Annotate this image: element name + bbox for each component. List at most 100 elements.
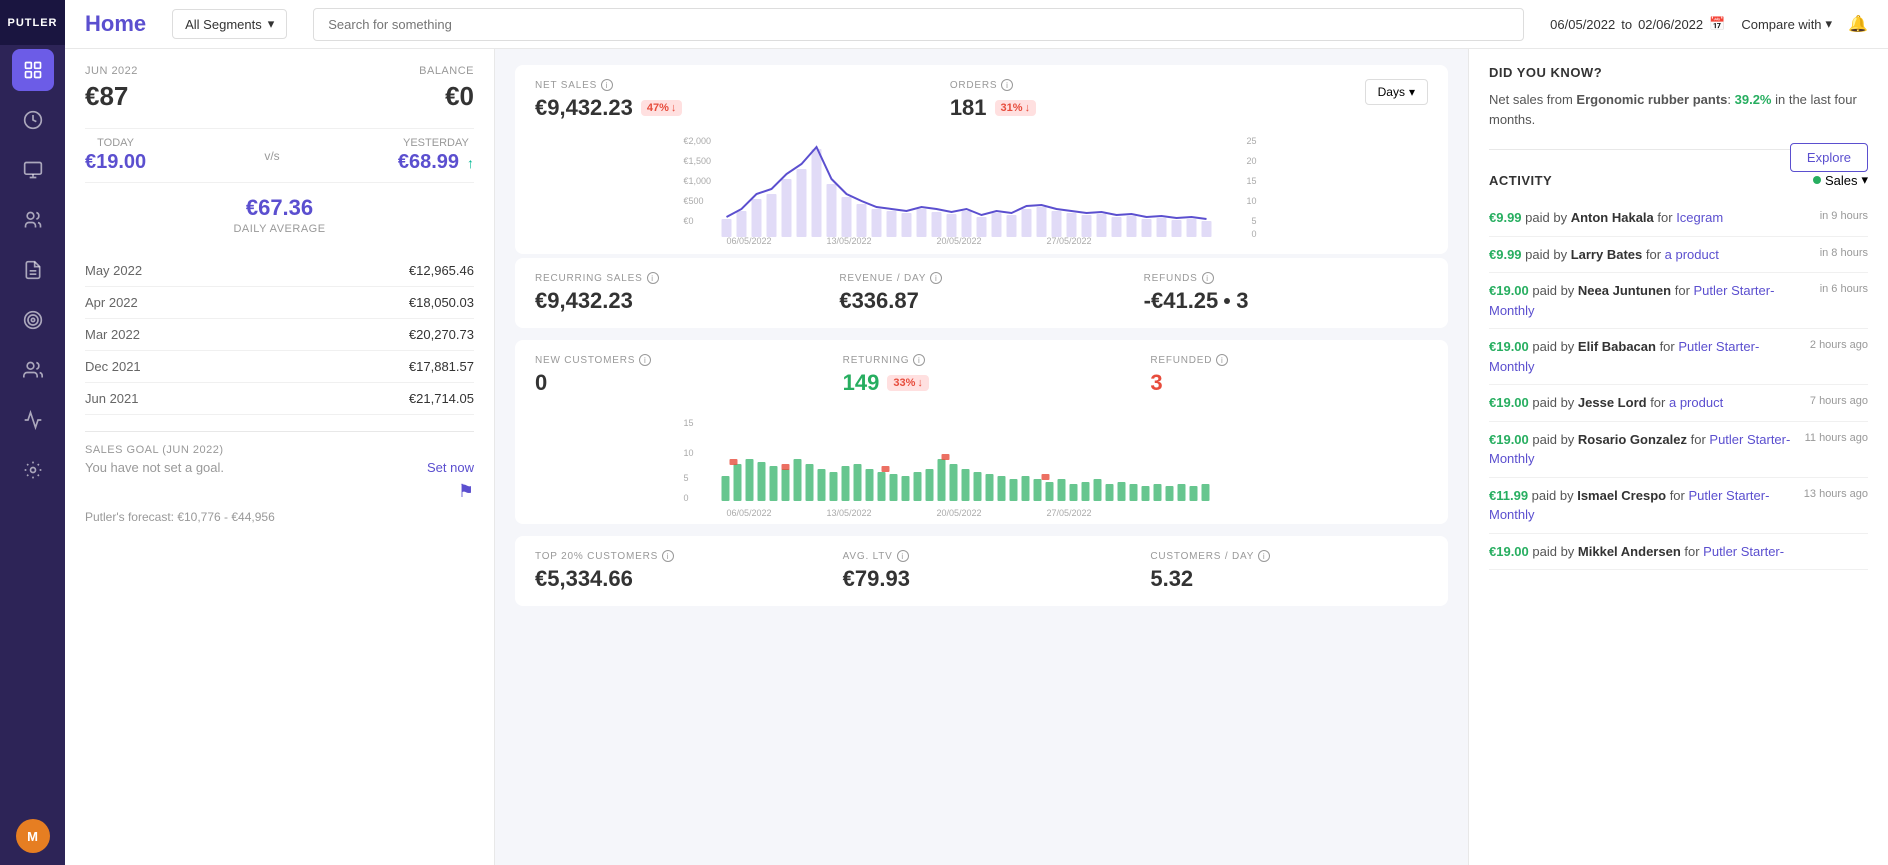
- history-list: May 2022 €12,965.46 Apr 2022 €18,050.03 …: [85, 255, 474, 415]
- history-month: Mar 2022: [85, 327, 140, 342]
- returning-block: RETURNING i 149 33%↓: [843, 354, 1121, 396]
- activity-text: €19.00 paid by Neea Juntunen for Putler …: [1489, 281, 1812, 320]
- sidebar-item-products[interactable]: [12, 149, 54, 191]
- orders-block: ORDERS i 181 31%↓: [950, 79, 1335, 121]
- svg-text:10: 10: [1246, 196, 1256, 206]
- refunded-value: 3: [1150, 370, 1428, 396]
- dyk-title: DID YOU KNOW?: [1489, 65, 1868, 80]
- info-icon[interactable]: i: [662, 550, 674, 562]
- customers-day-label: CUSTOMERS / DAY i: [1150, 550, 1428, 562]
- sidebar-item-reports[interactable]: [12, 249, 54, 291]
- returning-change: 33%↓: [887, 375, 929, 391]
- svg-text:20/05/2022: 20/05/2022: [937, 508, 982, 518]
- recurring-sales-value: €9,432.23: [535, 288, 819, 314]
- history-amount: €18,050.03: [409, 295, 474, 310]
- info-icon[interactable]: i: [639, 354, 651, 366]
- product-link[interactable]: Putler Starter-: [1703, 544, 1784, 559]
- bell-icon[interactable]: 🔔: [1848, 14, 1868, 34]
- svg-text:20: 20: [1246, 156, 1256, 166]
- refunds-value: -€41.25 3: [1144, 288, 1428, 314]
- activity-text: €19.00 paid by Jesse Lord for a product: [1489, 393, 1802, 413]
- sidebar-item-goals[interactable]: [12, 299, 54, 341]
- net-sales-value: €9,432.23 47%↓: [535, 95, 920, 121]
- info-icon[interactable]: i: [1001, 79, 1013, 91]
- vs-separator: v/s: [264, 149, 279, 163]
- dot-separator: [1224, 298, 1230, 304]
- customers-section: NEW CUSTOMERS i 0 RETURNING i: [515, 340, 1448, 524]
- balance-label: BALANCE: [419, 65, 474, 77]
- person-name: Neea Juntunen: [1578, 283, 1671, 298]
- sidebar-item-settings[interactable]: [12, 449, 54, 491]
- yesterday-amount: €68.99: [398, 151, 459, 174]
- days-button[interactable]: Days ▾: [1365, 79, 1428, 105]
- sales-goal-text: You have not set a goal.: [85, 460, 224, 475]
- person-name: Larry Bates: [1571, 247, 1643, 262]
- history-month: Dec 2021: [85, 359, 141, 374]
- orders-value: 181 31%↓: [950, 95, 1335, 121]
- segments-dropdown[interactable]: All Segments ▾: [172, 9, 287, 39]
- yesterday-label: YESTERDAY: [398, 137, 474, 149]
- avatar[interactable]: M: [16, 819, 50, 853]
- person-name: Mikkel Andersen: [1578, 544, 1681, 559]
- net-sales-change: 47%↓: [641, 100, 683, 116]
- flag-icon[interactable]: ⚑: [458, 481, 474, 502]
- compare-with-label: Compare with: [1741, 17, 1821, 32]
- returning-label: RETURNING i: [843, 354, 1121, 366]
- person-name: Rosario Gonzalez: [1578, 432, 1687, 447]
- sidebar-item-home[interactable]: [12, 49, 54, 91]
- activity-time: 11 hours ago: [1805, 430, 1868, 447]
- person-name: Ismael Crespo: [1577, 488, 1666, 503]
- sales-goal-header: SALES GOAL (JUN 2022): [85, 444, 474, 456]
- dyk-percent: 39.2%: [1735, 92, 1772, 107]
- explore-button[interactable]: Explore: [1790, 143, 1868, 172]
- sidebar-item-sales[interactable]: [12, 99, 54, 141]
- content-area: JUN 2022 BALANCE €87 €0 TODAY €19.00 v/s…: [65, 49, 1888, 865]
- svg-text:27/05/2022: 27/05/2022: [1047, 508, 1092, 518]
- sales-filter[interactable]: Sales ▾: [1813, 172, 1868, 188]
- sidebar-item-affiliates[interactable]: [12, 349, 54, 391]
- info-icon[interactable]: i: [897, 550, 909, 562]
- product-link[interactable]: a product: [1669, 395, 1723, 410]
- svg-text:0: 0: [684, 493, 689, 503]
- sidebar-item-customers[interactable]: [12, 199, 54, 241]
- revenue-day-value: €336.87: [839, 288, 1123, 314]
- list-item: €19.00 paid by Neea Juntunen for Putler …: [1489, 273, 1868, 329]
- info-icon[interactable]: i: [1202, 272, 1214, 284]
- sales-chevron-icon: ▾: [1861, 172, 1868, 188]
- activity-text: €19.00 paid by Rosario Gonzalez for Putl…: [1489, 430, 1797, 469]
- activity-time: in 8 hours: [1820, 245, 1868, 262]
- activity-time: 7 hours ago: [1810, 393, 1868, 410]
- activity-amount: €9.99: [1489, 247, 1522, 262]
- activity-amount: €19.00: [1489, 339, 1529, 354]
- svg-text:5: 5: [1251, 216, 1256, 226]
- page-title: Home: [85, 11, 146, 37]
- info-icon[interactable]: i: [913, 354, 925, 366]
- returning-amount: 149: [843, 370, 880, 396]
- history-amount: €20,270.73: [409, 327, 474, 342]
- list-item: May 2022 €12,965.46: [85, 255, 474, 287]
- svg-text:15: 15: [684, 418, 694, 428]
- info-icon[interactable]: i: [647, 272, 659, 284]
- refunded-amount: 3: [1150, 370, 1162, 396]
- refunds-label: REFUNDS i: [1144, 272, 1428, 284]
- top20-block: TOP 20% CUSTOMERS i €5,334.66: [535, 550, 813, 592]
- info-icon[interactable]: i: [601, 79, 613, 91]
- list-item: Apr 2022 €18,050.03: [85, 287, 474, 319]
- chevron-down-icon: ▾: [268, 16, 275, 32]
- compare-with-dropdown[interactable]: Compare with ▾: [1741, 16, 1832, 32]
- svg-text:13/05/2022: 13/05/2022: [827, 236, 872, 246]
- date-range[interactable]: 06/05/2022 to 02/06/2022 📅: [1550, 16, 1725, 32]
- avg-ltv-value: €79.93: [843, 566, 1121, 592]
- product-link[interactable]: a product: [1665, 247, 1719, 262]
- info-icon[interactable]: i: [1216, 354, 1228, 366]
- set-now-link[interactable]: Set now: [427, 460, 474, 475]
- net-sales-label: NET SALES i: [535, 79, 920, 91]
- search-input[interactable]: [313, 8, 1524, 41]
- recurring-sales-label: RECURRING SALES i: [535, 272, 819, 284]
- product-link[interactable]: Icegram: [1676, 210, 1723, 225]
- info-icon[interactable]: i: [930, 272, 942, 284]
- sidebar-item-analytics[interactable]: [12, 399, 54, 441]
- up-arrow-icon: ↑: [467, 155, 474, 171]
- info-icon[interactable]: i: [1258, 550, 1270, 562]
- list-item: €19.00 paid by Jesse Lord for a product …: [1489, 385, 1868, 422]
